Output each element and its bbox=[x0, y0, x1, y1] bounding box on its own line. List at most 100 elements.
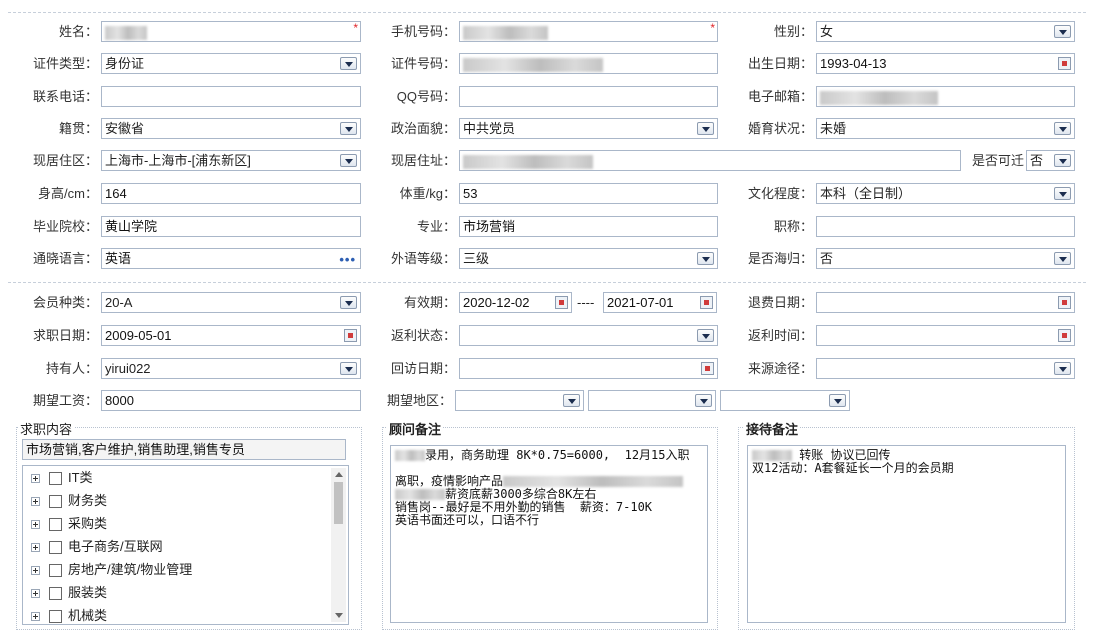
chevron-down-icon[interactable] bbox=[340, 154, 357, 167]
address-input[interactable] bbox=[459, 150, 961, 171]
chevron-down-icon[interactable] bbox=[563, 394, 580, 407]
name-input[interactable]: * bbox=[101, 21, 361, 42]
expand-icon[interactable] bbox=[31, 612, 40, 622]
chevron-down-icon[interactable] bbox=[1054, 122, 1071, 135]
chevron-down-icon[interactable] bbox=[1054, 25, 1071, 38]
checkbox[interactable] bbox=[49, 472, 62, 486]
tree-item-finance[interactable]: 财务类 bbox=[31, 491, 107, 511]
edu-value: 本科（全日制） bbox=[820, 186, 912, 201]
valid-from-input[interactable]: 2020-12-02 bbox=[459, 292, 572, 313]
email-label: 电子邮箱： bbox=[747, 89, 813, 104]
major-input[interactable]: 市场营销 bbox=[459, 216, 718, 237]
expand-icon[interactable] bbox=[31, 497, 40, 507]
visit-date-input[interactable] bbox=[459, 358, 718, 379]
refund-date-input[interactable] bbox=[816, 292, 1075, 313]
chevron-down-icon[interactable] bbox=[340, 57, 357, 70]
langlevel-select[interactable]: 三级 bbox=[459, 248, 718, 269]
lang-input[interactable]: 英语 ••• bbox=[101, 248, 361, 269]
calendar-icon[interactable] bbox=[555, 296, 568, 309]
idtype-select[interactable]: 身份证 bbox=[101, 53, 361, 74]
qq-label: QQ号码： bbox=[396, 89, 456, 104]
rebate-time-input[interactable] bbox=[816, 325, 1075, 346]
expand-icon[interactable] bbox=[31, 520, 40, 530]
checkbox[interactable] bbox=[49, 541, 62, 555]
checkbox[interactable] bbox=[49, 518, 62, 532]
holder-select[interactable]: yirui022 bbox=[101, 358, 361, 379]
chevron-down-icon[interactable] bbox=[697, 252, 714, 265]
area-label: 期望地区： bbox=[386, 393, 452, 408]
more-icon[interactable]: ••• bbox=[339, 250, 356, 268]
calendar-icon[interactable] bbox=[1058, 329, 1071, 342]
chevron-down-icon[interactable] bbox=[340, 296, 357, 309]
chevron-down-icon[interactable] bbox=[697, 122, 714, 135]
residence-select[interactable]: 上海市-上海市-[浦东新区] bbox=[101, 150, 361, 171]
chevron-down-icon[interactable] bbox=[1054, 362, 1071, 375]
relocate-select[interactable]: 否 bbox=[1026, 150, 1075, 171]
calendar-icon[interactable] bbox=[700, 296, 713, 309]
chevron-down-icon[interactable] bbox=[1054, 154, 1071, 167]
scroll-up-icon[interactable] bbox=[335, 472, 343, 477]
chevron-down-icon[interactable] bbox=[697, 329, 714, 342]
title-input[interactable] bbox=[816, 216, 1075, 237]
tree-item-realestate[interactable]: 房地产/建筑/物业管理 bbox=[31, 560, 192, 580]
jobdate-input[interactable]: 2009-05-01 bbox=[101, 325, 361, 346]
scroll-down-icon[interactable] bbox=[335, 613, 343, 618]
expand-icon[interactable] bbox=[31, 566, 40, 576]
calendar-icon[interactable] bbox=[1058, 296, 1071, 309]
marital-select[interactable]: 未婚 bbox=[816, 118, 1075, 139]
checkbox[interactable] bbox=[49, 564, 62, 578]
chevron-down-icon[interactable] bbox=[1054, 187, 1071, 200]
political-select[interactable]: 中共党员 bbox=[459, 118, 718, 139]
tel-input[interactable] bbox=[101, 86, 361, 107]
tree-item-apparel[interactable]: 服装类 bbox=[31, 583, 107, 603]
area-province-select[interactable] bbox=[455, 390, 584, 411]
chevron-down-icon[interactable] bbox=[340, 122, 357, 135]
tree-item-ecommerce[interactable]: 电子商务/互联网 bbox=[31, 537, 163, 557]
chevron-down-icon[interactable] bbox=[340, 362, 357, 375]
idno-input[interactable] bbox=[459, 53, 718, 74]
expand-icon[interactable] bbox=[31, 589, 40, 599]
expand-icon[interactable] bbox=[31, 474, 40, 484]
redacted-text bbox=[395, 489, 445, 500]
job-selected-field[interactable]: 市场营销,客户维护,销售助理,销售专员 bbox=[22, 439, 346, 460]
native-select[interactable]: 安徽省 bbox=[101, 118, 361, 139]
consultant-notes-textarea[interactable]: 录用，商务助理 8K*0.75=6000, 12月15入职 离职，疫情影响产品 … bbox=[390, 445, 708, 623]
job-category-tree[interactable]: IT类 财务类 采购类 电子商务/互联网 房地产/建筑/物业管理 服装类 机械类 bbox=[22, 465, 349, 625]
reception-notes-textarea[interactable]: 转账 协议已回传 双12活动：A套餐延长一个月的会员期 bbox=[747, 445, 1066, 623]
chevron-down-icon[interactable] bbox=[829, 394, 846, 407]
tree-item-purchase[interactable]: 采购类 bbox=[31, 514, 107, 534]
tree-scrollbar[interactable] bbox=[331, 468, 346, 622]
weight-input[interactable]: 53 bbox=[459, 183, 718, 204]
checkbox[interactable] bbox=[49, 587, 62, 601]
address-label: 现居住址： bbox=[390, 153, 456, 168]
salary-input[interactable]: 8000 bbox=[101, 390, 361, 411]
checkbox[interactable] bbox=[49, 495, 62, 509]
birth-date-input[interactable]: 1993-04-13 bbox=[816, 53, 1075, 74]
tree-item-machinery[interactable]: 机械类 bbox=[31, 606, 107, 624]
chevron-down-icon[interactable] bbox=[1054, 252, 1071, 265]
scroll-thumb[interactable] bbox=[334, 482, 343, 524]
phone-input[interactable]: * bbox=[459, 21, 718, 42]
height-input[interactable]: 164 bbox=[101, 183, 361, 204]
calendar-icon[interactable] bbox=[701, 362, 714, 375]
area-city-select[interactable] bbox=[588, 390, 716, 411]
area-district-select[interactable] bbox=[720, 390, 850, 411]
rebate-status-select[interactable] bbox=[459, 325, 718, 346]
email-input[interactable] bbox=[816, 86, 1075, 107]
calendar-icon[interactable] bbox=[1058, 57, 1071, 70]
school-input[interactable]: 黄山学院 bbox=[101, 216, 361, 237]
calendar-icon[interactable] bbox=[344, 329, 357, 342]
checkbox[interactable] bbox=[49, 610, 62, 624]
redacted-address bbox=[463, 154, 593, 169]
redacted-text bbox=[503, 476, 684, 487]
edu-select[interactable]: 本科（全日制） bbox=[816, 183, 1075, 204]
chevron-down-icon[interactable] bbox=[695, 394, 712, 407]
overseas-select[interactable]: 否 bbox=[816, 248, 1075, 269]
qq-input[interactable] bbox=[459, 86, 718, 107]
expand-icon[interactable] bbox=[31, 543, 40, 553]
tree-item-it[interactable]: IT类 bbox=[31, 468, 93, 488]
gender-select[interactable]: 女 bbox=[816, 21, 1075, 42]
member-type-select[interactable]: 20-A bbox=[101, 292, 361, 313]
source-select[interactable] bbox=[816, 358, 1075, 379]
valid-to-input[interactable]: 2021-07-01 bbox=[603, 292, 717, 313]
